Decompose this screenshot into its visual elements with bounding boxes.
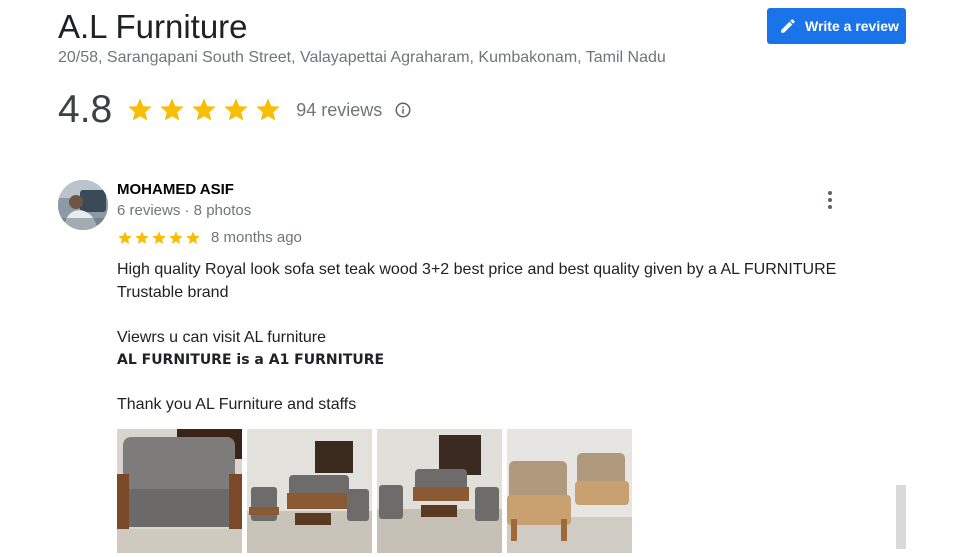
star-icon <box>128 98 152 121</box>
more-options-button[interactable] <box>820 188 840 212</box>
review-count[interactable]: 94 reviews <box>296 100 382 121</box>
star-icon <box>256 98 280 121</box>
star-icon <box>135 230 149 244</box>
sofa-set-window-photo[interactable] <box>377 429 502 553</box>
scrollbar-thumb[interactable] <box>896 485 906 549</box>
review-text-line: Thank you AL Furniture and staffs <box>117 396 357 413</box>
review-text-line: AL FURNITURE is a A1 FURNITURE <box>117 352 385 368</box>
star-icon <box>169 230 183 244</box>
more-vert-icon-dot <box>828 205 832 209</box>
review-stars <box>117 230 201 246</box>
info-icon[interactable] <box>394 101 412 119</box>
review-text-line: Viewrs u can visit AL furniture <box>117 329 326 346</box>
pencil-icon <box>781 19 795 33</box>
star-icon <box>192 98 216 121</box>
avatar[interactable] <box>58 180 108 230</box>
review-time: 8 months ago <box>211 229 302 246</box>
more-vert-icon-dot <box>828 191 832 195</box>
business-address: 20/58, Sarangapani South Street, Valayap… <box>58 49 666 66</box>
star-icon <box>118 230 132 244</box>
sofa-set-room-photo[interactable] <box>247 429 372 553</box>
more-vert-icon-dot <box>828 198 832 202</box>
star-icon <box>224 98 248 121</box>
reviewer-name[interactable]: MOHAMED ASIF <box>117 181 234 198</box>
rating-stars <box>126 96 282 124</box>
avatar-image <box>58 180 108 230</box>
star-icon <box>152 230 166 244</box>
star-icon <box>160 98 184 121</box>
review-rating-row: 8 months ago <box>117 229 302 246</box>
reviewer-meta: 6 reviews · 8 photos <box>117 202 252 219</box>
page-title: A.L Furniture <box>58 8 248 45</box>
rating-value: 4.8 <box>58 88 113 131</box>
star-icon <box>186 230 200 244</box>
sofa-closeup-photo[interactable] <box>117 429 242 553</box>
review-photos <box>117 429 632 553</box>
review-text-line: Trustable brand <box>117 284 229 301</box>
rating-summary: 4.8 94 reviews <box>58 85 412 135</box>
write-review-button[interactable]: Write a review <box>767 8 906 44</box>
sofa-set-angle-photo[interactable] <box>507 429 632 553</box>
review-text-line: High quality Royal look sofa set teak wo… <box>117 261 837 278</box>
write-review-label: Write a review <box>805 18 899 34</box>
